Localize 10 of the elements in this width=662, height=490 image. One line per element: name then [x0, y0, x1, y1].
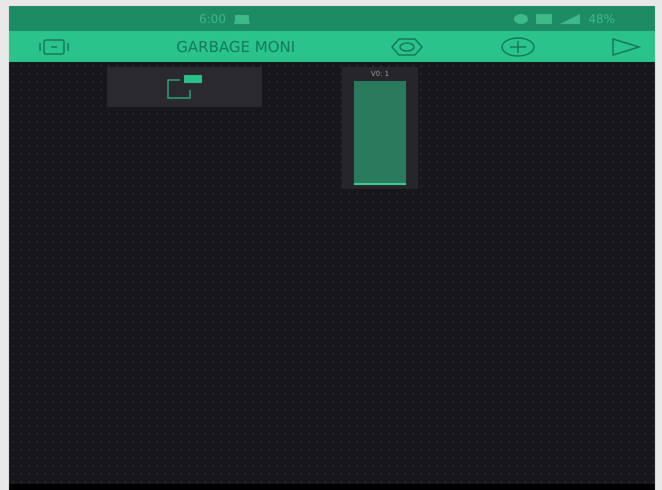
signal-icon — [560, 14, 580, 24]
dot-icon — [514, 14, 528, 24]
hexagon-icon[interactable] — [390, 36, 424, 56]
screen-icon — [234, 14, 250, 24]
device-icon[interactable] — [37, 38, 71, 56]
notification-icon — [166, 74, 204, 100]
add-icon[interactable] — [500, 36, 536, 56]
play-icon[interactable] — [610, 36, 641, 56]
project-title: GARBAGE MONI — [176, 38, 296, 56]
notification-widget[interactable] — [107, 67, 262, 107]
